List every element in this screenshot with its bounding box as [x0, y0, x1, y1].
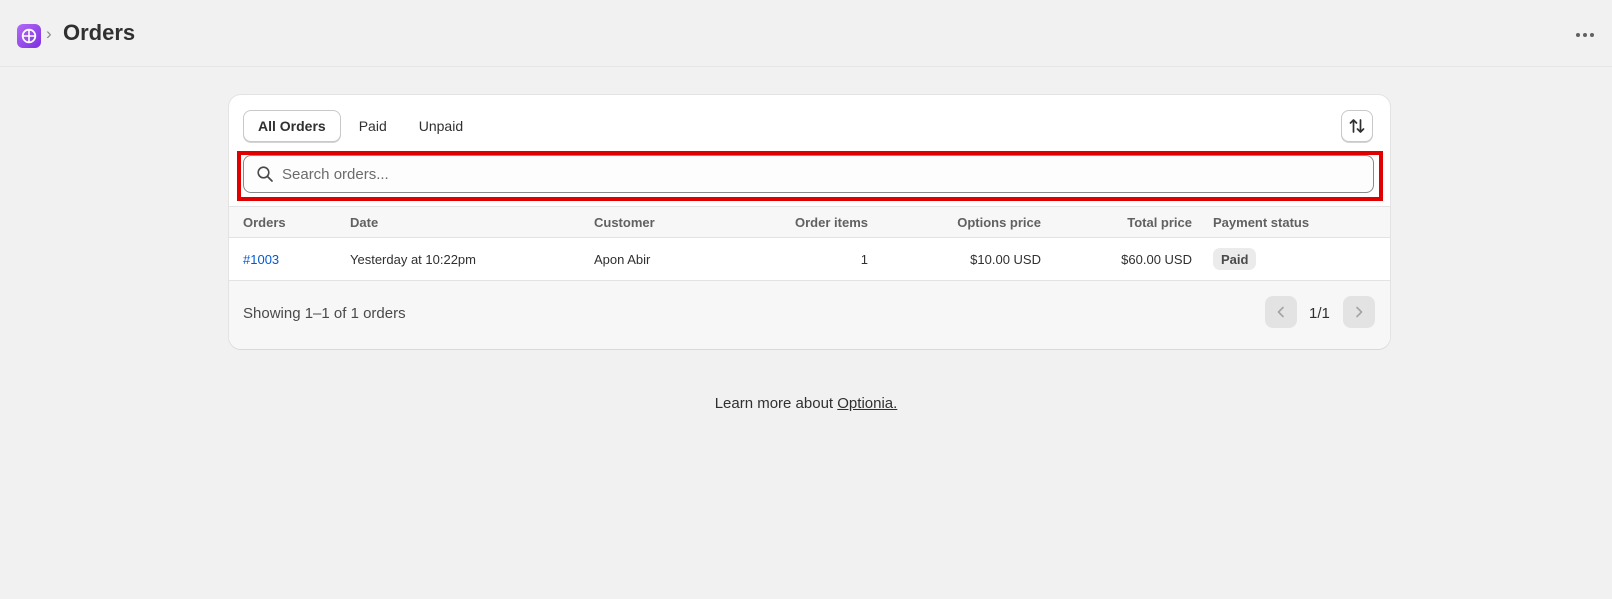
learn-more-text: Learn more about Optionia. [0, 395, 1612, 412]
pagination-bar: Showing 1–1 of 1 orders 1/1 [229, 281, 1390, 349]
search-icon [256, 165, 274, 188]
table-row[interactable]: #1003 Yesterday at 10:22pm Apon Abir 1 $… [229, 238, 1390, 281]
order-total-price: $60.00 USD [1121, 252, 1192, 267]
order-customer: Apon Abir [594, 252, 651, 267]
page-indicator: 1/1 [1309, 305, 1330, 322]
learn-more-prefix: Learn more about [714, 395, 838, 412]
showing-count: Showing 1–1 of 1 orders [243, 305, 406, 322]
order-date: Yesterday at 10:22pm [350, 252, 476, 267]
column-header-customer[interactable]: Customer [594, 215, 655, 230]
order-items-count: 1 [860, 252, 868, 267]
sort-button[interactable] [1341, 110, 1373, 142]
tab-unpaid[interactable]: Unpaid [405, 110, 477, 142]
search-input[interactable] [282, 156, 1362, 192]
optionia-link[interactable]: Optionia. [837, 395, 897, 412]
chevron-right-icon [1356, 306, 1363, 318]
more-horizontal-icon [1576, 33, 1580, 37]
optionia-logo-icon[interactable] [17, 24, 41, 48]
top-bar: › Orders [0, 0, 1612, 67]
column-header-payment-status[interactable]: Payment status [1213, 215, 1309, 230]
previous-page-button[interactable] [1265, 296, 1297, 328]
column-header-date[interactable]: Date [350, 215, 378, 230]
table-header: Orders Date Customer Order items Options… [229, 206, 1390, 238]
orders-card: All Orders Paid Unpaid Orders Date Custo… [229, 95, 1390, 349]
chevron-left-icon [1277, 306, 1284, 318]
order-options-price: $10.00 USD [970, 252, 1041, 267]
tab-all-orders[interactable]: All Orders [243, 110, 341, 142]
sort-arrows-icon [1349, 119, 1365, 133]
column-header-options-price[interactable]: Options price [957, 215, 1041, 230]
search-field[interactable] [243, 155, 1374, 193]
tab-paid[interactable]: Paid [345, 110, 401, 142]
page-title: Orders [63, 20, 136, 45]
more-horizontal-icon-dot [1590, 33, 1594, 37]
more-horizontal-icon-dot [1583, 33, 1587, 37]
more-actions-button[interactable] [1570, 24, 1600, 46]
column-header-orders[interactable]: Orders [243, 215, 286, 230]
breadcrumb-separator: › [46, 24, 52, 43]
column-header-total-price[interactable]: Total price [1127, 215, 1192, 230]
payment-status-badge: Paid [1213, 248, 1257, 270]
next-page-button[interactable] [1343, 296, 1375, 328]
column-header-order-items[interactable]: Order items [795, 215, 868, 230]
filter-tabs: All Orders Paid Unpaid [243, 110, 477, 142]
order-link[interactable]: #1003 [243, 252, 279, 267]
